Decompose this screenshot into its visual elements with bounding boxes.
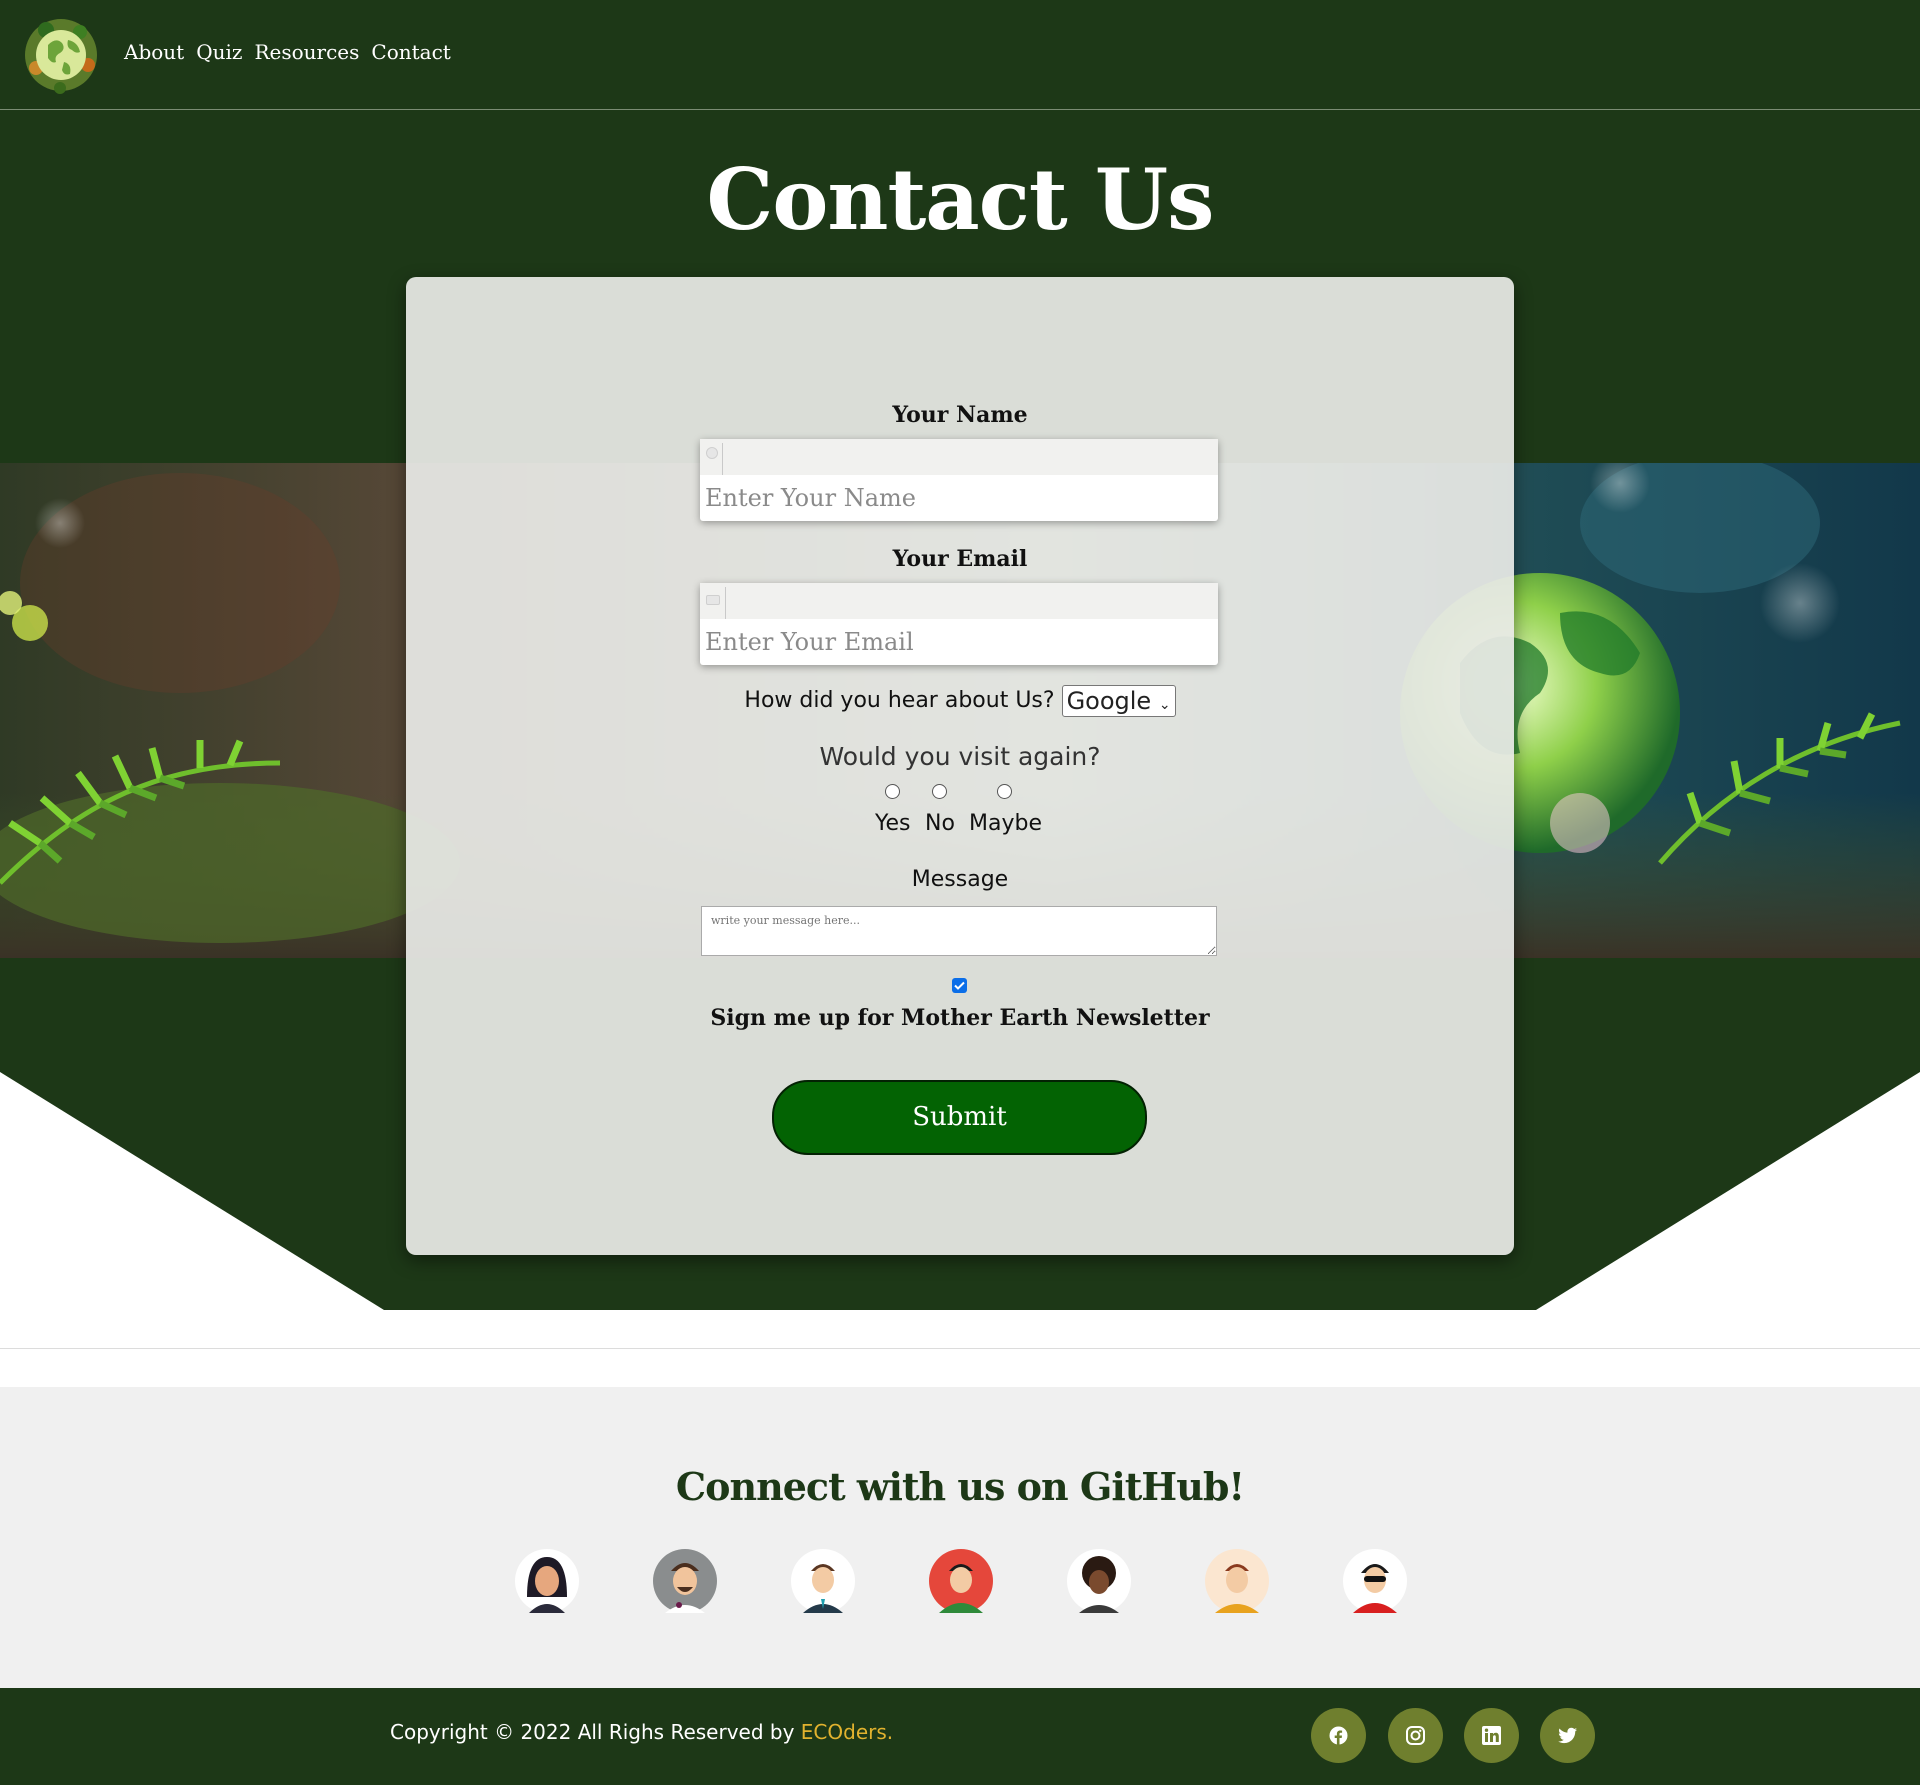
email-field[interactable]: [700, 583, 1218, 665]
radio-label-maybe: Maybe: [969, 811, 1042, 836]
page-title: Contact Us: [706, 150, 1215, 249]
avatar-4-icon[interactable]: [929, 1549, 993, 1613]
chevron-down-icon: ⌄: [1158, 697, 1171, 713]
checkmark-icon: [954, 981, 965, 990]
name-field-header: [700, 439, 1218, 475]
name-field-divider: [722, 443, 723, 475]
newsletter-checkbox[interactable]: [952, 978, 967, 993]
source-question: How did you hear about Us?: [744, 688, 1055, 713]
nav-link-resources[interactable]: Resources: [254, 40, 359, 64]
visit-question: Would you visit again?: [819, 742, 1101, 771]
twitter-button[interactable]: [1540, 1708, 1595, 1763]
instagram-icon: [1406, 1726, 1425, 1745]
name-field-icon: [706, 447, 718, 459]
linkedin-button[interactable]: [1464, 1708, 1519, 1763]
instagram-button[interactable]: [1388, 1708, 1443, 1763]
source-select[interactable]: Google ⌄: [1061, 685, 1176, 717]
avatar-6-icon[interactable]: [1205, 1549, 1269, 1613]
nav-link-contact[interactable]: Contact: [371, 40, 450, 64]
name-label: Your Name: [892, 402, 1028, 428]
copyright-text: Copyright © 2022 All Righs Reserved by E…: [390, 1720, 893, 1744]
name-input[interactable]: [700, 475, 1218, 521]
linkedin-icon: [1482, 1726, 1501, 1745]
nav-link-quiz[interactable]: Quiz: [196, 40, 242, 64]
newsletter-label: Sign me up for Mother Earth Newsletter: [710, 1005, 1210, 1031]
avatar-3-icon[interactable]: [791, 1549, 855, 1613]
envelope-icon: [706, 595, 720, 605]
nav-link-about[interactable]: About: [124, 40, 184, 64]
contact-form-card: Your Name Your Email How did you hear ab…: [406, 277, 1514, 1255]
radio-label-no: No: [925, 811, 955, 836]
avatar-2-icon[interactable]: [653, 1549, 717, 1613]
top-navbar: About Quiz Resources Contact: [0, 0, 1920, 110]
twitter-icon: [1558, 1727, 1577, 1744]
email-input[interactable]: [700, 619, 1218, 665]
footer: Copyright © 2022 All Righs Reserved by E…: [0, 1688, 1920, 1785]
avatar-7-icon[interactable]: [1343, 1549, 1407, 1613]
radio-no[interactable]: [932, 784, 947, 799]
github-section: Connect with us on GitHub!: [0, 1387, 1920, 1688]
facebook-button[interactable]: [1311, 1708, 1366, 1763]
name-field[interactable]: [700, 439, 1218, 521]
radio-maybe[interactable]: [997, 784, 1012, 799]
message-label: Message: [911, 867, 1009, 892]
submit-button[interactable]: Submit: [772, 1080, 1147, 1155]
avatar-1-icon[interactable]: [515, 1549, 579, 1613]
avatar-5-icon[interactable]: [1067, 1549, 1131, 1613]
source-selected: Google: [1066, 687, 1152, 715]
copyright-prefix: Copyright © 2022 All Righs Reserved by: [390, 1720, 801, 1744]
email-field-divider: [725, 587, 726, 619]
nav-links: About Quiz Resources Contact: [124, 40, 451, 64]
radio-yes[interactable]: [885, 784, 900, 799]
message-textarea[interactable]: [701, 906, 1217, 956]
github-title: Connect with us on GitHub!: [675, 1464, 1245, 1509]
brand-link[interactable]: ECOders.: [801, 1720, 893, 1744]
earth-logo-icon[interactable]: [18, 10, 104, 96]
facebook-icon: [1329, 1726, 1348, 1745]
email-field-header: [700, 583, 1218, 619]
source-row: How did you hear about Us? Google ⌄: [406, 685, 1514, 717]
section-divider: [0, 1348, 1920, 1349]
email-label: Your Email: [892, 546, 1028, 572]
radio-label-yes: Yes: [875, 811, 911, 836]
